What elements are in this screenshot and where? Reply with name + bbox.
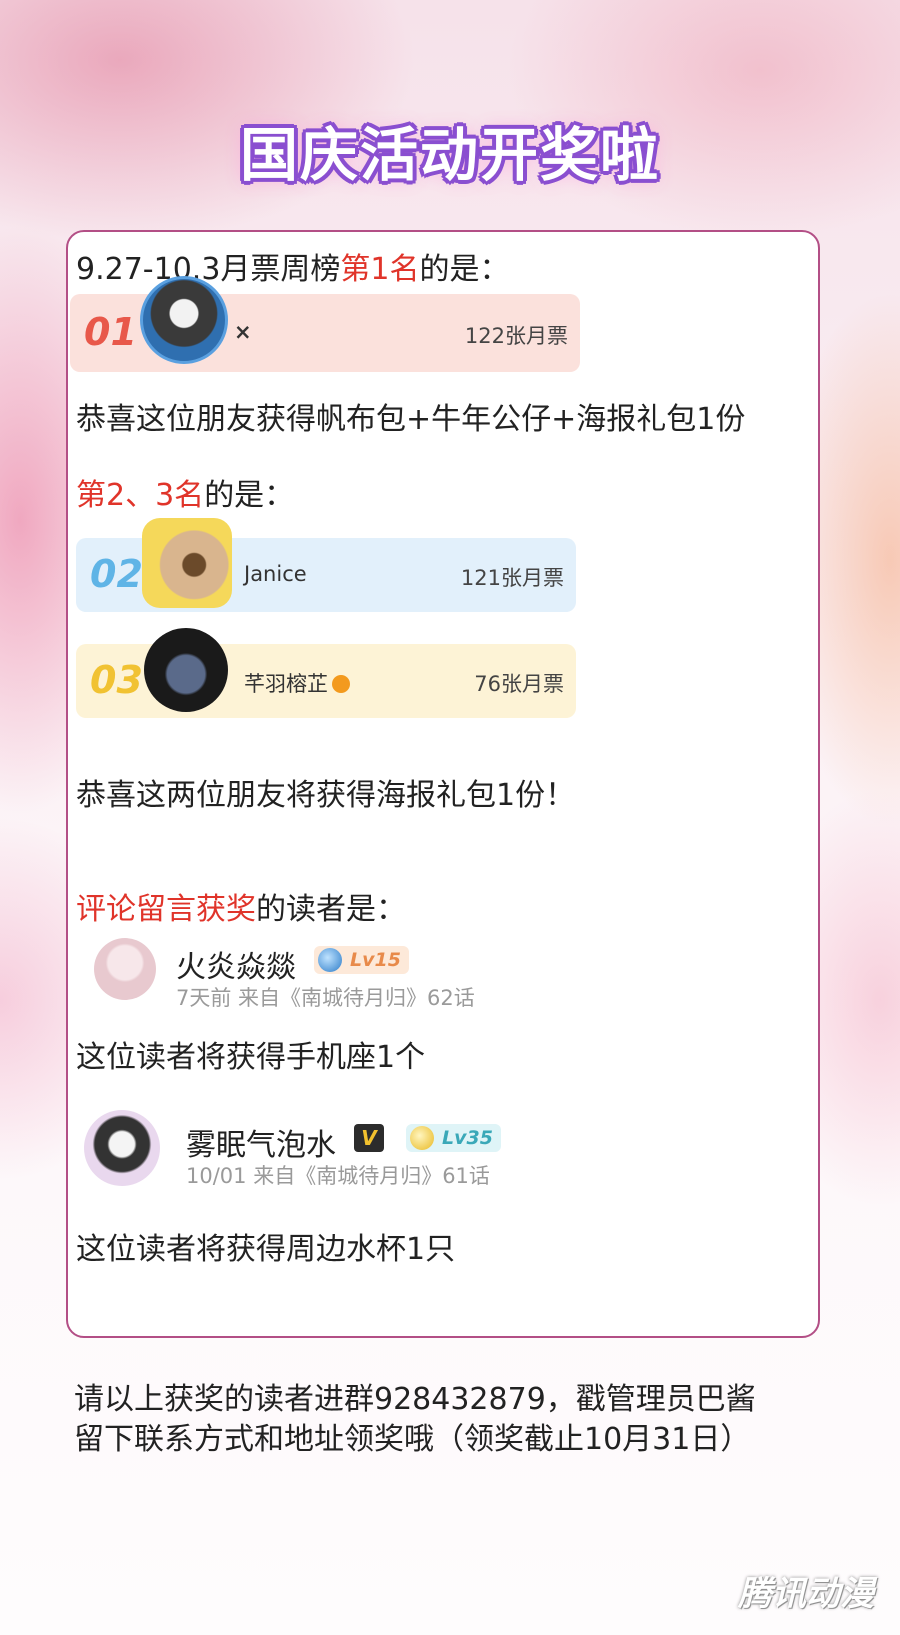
comment-avatar-2[interactable] <box>84 1110 160 1186</box>
watermark-logo: 腾讯动漫 <box>738 1574 874 1614</box>
level-label-1: Lv15 <box>350 949 401 971</box>
rank23-heading-highlight: 第2、3名 <box>76 478 205 513</box>
comment-heading-highlight: 评论留言获奖 <box>76 892 256 927</box>
comment-meta-1: 7天前 来自《南城待月归》62话 <box>176 986 475 1010</box>
page-title: 国庆活动开奖啦 <box>239 121 660 189</box>
rank1-heading: 9.27-10.3月票周榜第1名的是： <box>76 244 510 288</box>
comment-name-1[interactable]: 火炎焱燚 <box>176 942 296 986</box>
votes-3: 76张月票 <box>474 672 564 696</box>
comment-prize-1: 这位读者将获得手机座1个 <box>76 1040 426 1075</box>
vip-badge: V <box>354 1124 384 1152</box>
rank23-heading-suffix: 的是： <box>204 478 295 513</box>
orange-icon <box>332 675 350 693</box>
comment-heading-suffix: 的读者是： <box>256 892 406 927</box>
rank-number-3: 03 <box>90 658 143 702</box>
level-badge-2: Lv35 <box>406 1124 501 1152</box>
avatar-3[interactable] <box>144 628 228 712</box>
avatar-1[interactable] <box>140 276 228 364</box>
footer-line-1: 请以上获奖的读者进群928432879，戳管理员巴酱 <box>74 1382 756 1417</box>
comment-heading: 评论留言获奖的读者是： <box>76 884 406 928</box>
rank1-heading-prefix: 9.27-10.3月票周榜 <box>76 252 341 287</box>
winner-name-1: × <box>234 320 252 344</box>
level-badge-1: Lv15 <box>314 946 409 974</box>
rank-number-1: 01 <box>84 310 137 354</box>
votes-2: 121张月票 <box>460 566 564 590</box>
comment-prize-2: 这位读者将获得周边水杯1只 <box>76 1232 456 1267</box>
votes-1: 122张月票 <box>464 324 568 348</box>
footer-line-2: 留下联系方式和地址领奖哦（领奖截止10月31日） <box>74 1422 751 1457</box>
level-crown-icon <box>410 1126 434 1150</box>
winner-name-3: 芊羽榕芷 <box>244 668 350 698</box>
level-orb-icon <box>318 948 342 972</box>
rank1-heading-suffix: 的是： <box>419 252 510 287</box>
rank-number-2: 02 <box>90 552 143 596</box>
rank1-prize: 恭喜这位朋友获得帆布包+牛年公仔+海报礼包1份 <box>76 402 746 437</box>
rank-row-3[interactable]: 03 芊羽榕芷 76张月票 <box>76 628 576 718</box>
rank23-heading: 第2、3名的是： <box>76 470 294 514</box>
rank-row-2[interactable]: 02 Janice 121张月票 <box>76 518 576 612</box>
results-card: 9.27-10.3月票周榜第1名的是： 01 × 122张月票 恭喜这位朋友获得… <box>66 230 820 1338</box>
avatar-2[interactable] <box>142 518 232 608</box>
level-label-2: Lv35 <box>442 1127 493 1149</box>
winner-name-3-text: 芊羽榕芷 <box>244 672 328 696</box>
rank23-prize: 恭喜这两位朋友将获得海报礼包1份！ <box>76 778 576 813</box>
comment-avatar-1[interactable] <box>94 938 156 1000</box>
winner-name-2: Janice <box>244 562 307 586</box>
comment-name-2[interactable]: 雾眠气泡水 <box>186 1120 336 1164</box>
rank-row-1[interactable]: 01 × 122张月票 <box>70 276 580 372</box>
comment-meta-2: 10/01 来自《南城待月归》61话 <box>186 1164 490 1188</box>
rank1-heading-highlight: 第1名 <box>340 252 420 287</box>
